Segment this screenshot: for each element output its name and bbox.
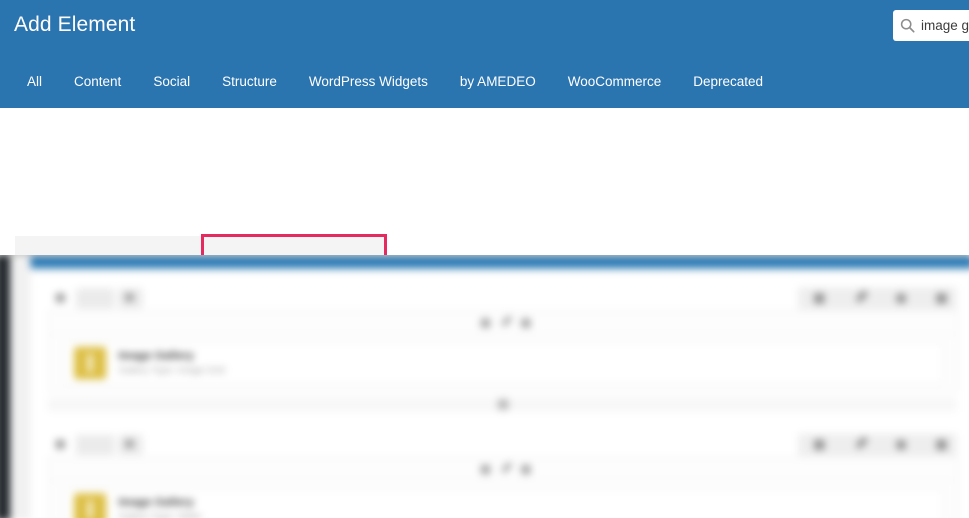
vc-top-bar xyxy=(30,255,969,269)
vc-col-delete-icon xyxy=(521,318,531,328)
vc-column-divider xyxy=(48,480,956,482)
letter-i-icon xyxy=(73,493,107,518)
vc-row-delete-icon xyxy=(936,439,947,450)
add-element-modal: Add Element All Content Social Structure… xyxy=(0,0,969,255)
vc-element-title: Image Gallery xyxy=(118,496,194,509)
wp-content-gutter xyxy=(10,254,31,518)
vc-add-row-icon xyxy=(498,399,509,410)
search-icon xyxy=(893,10,921,41)
vc-col-edit-icon xyxy=(501,315,513,327)
vc-layout-chip xyxy=(75,434,115,455)
tab-deprecated[interactable]: Deprecated xyxy=(677,56,779,108)
category-tabs: All Content Social Structure WordPress W… xyxy=(0,56,969,108)
wp-admin-sidebar xyxy=(0,254,11,518)
vc-element-card: Image Gallery Gallery Type: Image Grid xyxy=(62,341,944,385)
vc-row-toolbar xyxy=(47,433,169,456)
element-card-image-gallery-responsive[interactable]: Image Gallery Responsive image gallery xyxy=(15,236,201,255)
element-card-image-gallery-selected[interactable]: Image Gallery xyxy=(201,234,387,255)
vc-top-bar-edge xyxy=(30,268,969,272)
vc-row-move-icon xyxy=(814,293,825,304)
tab-content[interactable]: Content xyxy=(58,56,137,108)
vc-row-controls xyxy=(798,287,957,310)
tab-all[interactable]: All xyxy=(11,56,58,108)
tab-woocommerce[interactable]: WooCommerce xyxy=(552,56,678,108)
vc-row-clone-icon xyxy=(896,293,907,304)
tab-structure[interactable]: Structure xyxy=(206,56,293,108)
vc-col-edit-icon xyxy=(501,461,513,474)
vc-element-title: Image Gallery xyxy=(118,349,194,363)
vc-row: Image Gallery Gallery Type: Slider xyxy=(47,456,959,518)
vc-element-subtitle: Gallery Type: Image Grid xyxy=(118,365,225,377)
vc-drag-handle-icon xyxy=(55,439,65,449)
element-results: Image Gallery Responsive image gallery I… xyxy=(0,108,969,255)
vc-col-move-icon xyxy=(480,465,491,475)
vc-plus-icon xyxy=(125,439,134,448)
vc-element-card: Image Gallery Gallery Type: Slider xyxy=(62,488,944,518)
vc-plus-icon xyxy=(125,293,134,302)
tab-social[interactable]: Social xyxy=(137,56,206,108)
vc-row: Image Gallery Gallery Type: Image Grid xyxy=(47,310,959,392)
vc-row-clone-icon xyxy=(896,439,907,450)
tab-by-amedeo[interactable]: by AMEDEO xyxy=(444,56,552,108)
vc-row-controls xyxy=(798,433,957,456)
letter-i-icon xyxy=(73,346,107,380)
page-title: Add Element xyxy=(14,13,136,36)
vc-column-divider xyxy=(48,333,956,335)
vc-row-move-icon xyxy=(814,439,825,450)
tab-wordpress-widgets[interactable]: WordPress Widgets xyxy=(293,56,444,108)
vc-row-toolbar xyxy=(47,287,169,310)
vc-row-delete-icon xyxy=(936,293,947,304)
vc-col-delete-icon xyxy=(521,465,531,475)
search-box[interactable] xyxy=(893,10,969,41)
modal-header: Add Element xyxy=(0,0,969,56)
search-input[interactable] xyxy=(921,11,969,40)
vc-col-move-icon xyxy=(480,318,491,328)
vc-row-edit-icon xyxy=(855,436,869,450)
vc-drag-handle-icon xyxy=(55,293,65,303)
vc-element-subtitle: Gallery Type: Slider xyxy=(118,511,202,518)
vc-row-edit-icon xyxy=(855,289,869,303)
vc-layout-chip xyxy=(75,288,115,309)
